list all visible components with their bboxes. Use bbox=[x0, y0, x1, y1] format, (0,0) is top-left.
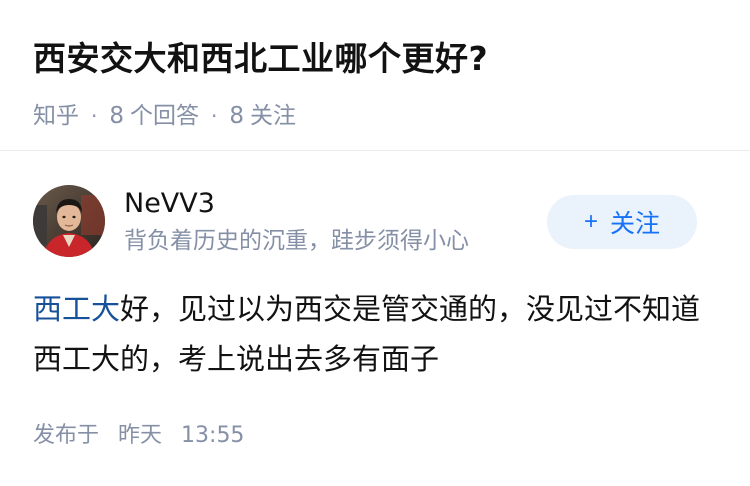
answer-count-label[interactable]: 个回答 bbox=[130, 100, 199, 132]
meta-separator: · bbox=[211, 104, 218, 128]
author-bio: 背负着历史的沉重，跬步须得小心 bbox=[124, 228, 469, 254]
publish-clock: 13:55 bbox=[181, 423, 245, 448]
author-card: NeVV3 背负着历史的沉重，跬步须得小心 + 关注 bbox=[33, 185, 717, 259]
source-label[interactable]: 知乎 bbox=[33, 100, 79, 132]
section-divider bbox=[0, 150, 750, 151]
question-header: 西安交大和西北工业哪个更好? 知乎 · 8 个回答 · 8 关注 bbox=[33, 36, 717, 132]
question-title[interactable]: 西安交大和西北工业哪个更好? bbox=[33, 36, 717, 82]
answer-content: 西工大好，见过以为西交是管交通的，没见过不知道西工大的，考上说出去多有面子 bbox=[33, 284, 713, 384]
publish-day: 昨天 bbox=[118, 423, 163, 448]
plus-icon: + bbox=[583, 208, 598, 235]
answer-text: 好，见过以为西交是管交通的，没见过不知道西工大的，考上说出去多有面子 bbox=[33, 292, 701, 376]
follower-count-label: 关注 bbox=[250, 103, 296, 129]
avatar[interactable] bbox=[33, 185, 105, 257]
follow-button[interactable]: + 关注 bbox=[547, 195, 697, 249]
meta-separator: · bbox=[91, 104, 98, 128]
answer-count: 8 bbox=[109, 103, 124, 129]
avatar-photo-icon bbox=[33, 185, 105, 257]
follow-label: 关注 bbox=[610, 210, 661, 238]
publish-label: 发布于 bbox=[33, 423, 100, 448]
question-meta: 知乎 · 8 个回答 · 8 关注 bbox=[33, 100, 717, 132]
follower-count: 8 bbox=[229, 103, 244, 129]
answer-page: 西安交大和西北工业哪个更好? 知乎 · 8 个回答 · 8 关注 NeVV3 背… bbox=[0, 0, 750, 486]
publish-time: 发布于 昨天 13:55 bbox=[33, 420, 244, 452]
author-name[interactable]: NeVV3 bbox=[124, 186, 215, 222]
answer-keyword-link[interactable]: 西工大 bbox=[33, 292, 120, 326]
